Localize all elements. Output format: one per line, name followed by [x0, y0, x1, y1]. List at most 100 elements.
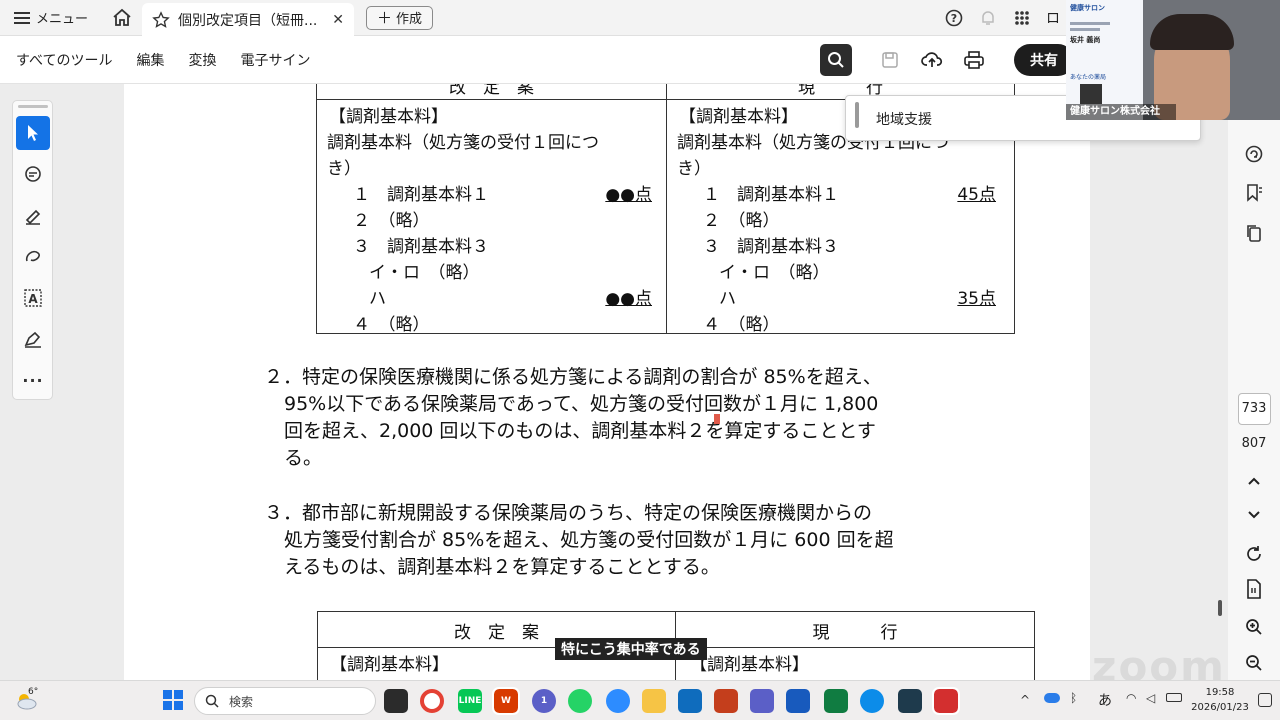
zoom-app-icon[interactable]	[606, 689, 630, 713]
weather-temp: 6°	[28, 687, 39, 697]
ime-indicator[interactable]: あ	[1098, 690, 1112, 710]
ai-assistant-button[interactable]	[1243, 143, 1265, 165]
webcam-name-tag: 健康サロン株式会社	[1066, 104, 1176, 120]
bell-icon[interactable]	[978, 8, 998, 28]
chrome-icon[interactable]	[420, 689, 444, 713]
table1-header-left: 改 定 案	[316, 84, 667, 100]
search-icon	[205, 694, 219, 708]
webcam-overlay: 健康サロン 坂井 義尚 あなたの薬局 健康サロン株式会社	[1066, 0, 1280, 120]
menu-edit[interactable]: 編集	[136, 50, 164, 70]
windows-taskbar: 6° 検索 LINE W 1 ^ ᛒ あ ◠ ◁ 19:58 2026/01/2…	[0, 680, 1280, 720]
menu-all-tools[interactable]: すべてのツール	[16, 50, 112, 70]
highlight-tool[interactable]	[16, 199, 50, 233]
current-page-number: 733	[1241, 401, 1267, 416]
live-caption: 特にこう集中率である	[555, 638, 707, 660]
onedrive-icon[interactable]	[1044, 693, 1060, 703]
basic-fee-heading: 【調剤基本料】	[679, 107, 798, 127]
powerpoint-icon[interactable]	[714, 689, 738, 713]
clock-date: 2026/01/23	[1191, 702, 1249, 713]
zoom-in-button[interactable]	[1243, 616, 1265, 638]
para3-line-3: えるものは、調剤基本料２を算定することとする。	[284, 556, 720, 578]
apps-grid-icon[interactable]	[1012, 8, 1032, 28]
star-icon[interactable]	[152, 10, 170, 29]
task-view-icon[interactable]	[384, 689, 408, 713]
share-button[interactable]: 共有	[1014, 44, 1074, 76]
chevron-down-icon	[1248, 511, 1260, 519]
wifi-icon[interactable]: ◠	[1126, 691, 1136, 705]
more-tools[interactable]: ···	[16, 363, 50, 397]
chevron-up-icon	[1248, 477, 1260, 485]
create-button[interactable]: ＋ 作成	[366, 5, 434, 30]
search-query-text[interactable]: 地域支援	[876, 109, 932, 129]
para2-line-4: る。	[284, 447, 323, 469]
help-icon[interactable]: ?	[944, 8, 964, 28]
bluetooth-icon[interactable]: ᛒ	[1070, 691, 1077, 705]
outlook-icon[interactable]	[678, 689, 702, 713]
line-app-icon[interactable]: LINE	[458, 689, 482, 713]
pointer-marker	[714, 414, 720, 424]
zoom-out-button[interactable]	[1243, 652, 1265, 674]
battery-icon[interactable]	[1166, 693, 1182, 702]
close-tab-icon[interactable]: ✕	[332, 12, 344, 28]
file-explorer-icon[interactable]	[642, 689, 666, 713]
rotate-button[interactable]	[1243, 543, 1265, 565]
para2-line-3: 回を超え、2,000 回以下のものは、調剤基本料２を算定することとす	[284, 420, 876, 442]
edge-icon[interactable]	[860, 689, 884, 713]
scrollbar-thumb[interactable]	[1218, 600, 1222, 616]
bookmarks-button[interactable]	[1243, 182, 1265, 204]
document-tab[interactable]: 個別改定項目（短冊... ✕	[142, 2, 355, 37]
whatsapp-icon[interactable]	[568, 689, 592, 713]
speaker-icon[interactable]: ◁	[1146, 691, 1155, 705]
comment-icon	[25, 166, 41, 182]
excel-icon[interactable]	[824, 689, 848, 713]
menu-convert[interactable]: 変換	[188, 50, 216, 70]
text-box-icon: A	[24, 289, 42, 307]
search-button[interactable]	[820, 44, 852, 76]
menu-label: メニュー	[36, 12, 89, 27]
draw-tool[interactable]	[16, 240, 50, 274]
freehand-icon	[25, 250, 40, 262]
para3-line-1: ３．都市部に新規開設する保険薬局のうち、特定の保険医療機関からの	[264, 502, 873, 524]
wps-icon[interactable]: W	[492, 687, 520, 715]
pen-sign-icon	[24, 331, 41, 348]
system-clock[interactable]: 19:58 2026/01/23	[1190, 685, 1250, 715]
upload-button[interactable]	[916, 44, 948, 76]
next-page-button[interactable]	[1243, 504, 1265, 526]
document-tab-title: 個別改定項目（短冊...	[178, 12, 318, 29]
para2-line-2: 95%以下である保険薬局であって、処方箋の受付回数が１月に 1,800	[284, 393, 879, 415]
menu-e-sign[interactable]: 電子サイン	[240, 50, 310, 70]
notification-center-icon[interactable]	[1258, 693, 1272, 707]
text-tool[interactable]: A	[16, 281, 50, 315]
panel-grip[interactable]	[18, 105, 48, 108]
ai-chat-icon	[1245, 145, 1263, 163]
item-3-sub-ab: イ・ロ （略）	[719, 263, 830, 283]
pdf-page: 改 定 案 現 行 【調剤基本料】 調剤基本料（処方箋の受付１回につ き） １ …	[124, 84, 1090, 680]
tray-chevron-icon[interactable]: ^	[1020, 693, 1030, 707]
item-4: ４ （略）	[703, 315, 780, 335]
prev-page-button[interactable]	[1243, 470, 1265, 492]
page-fit-button[interactable]	[1243, 578, 1265, 600]
word-icon[interactable]	[786, 689, 810, 713]
notification-app-icon[interactable]: 1	[532, 689, 556, 713]
quick-tools-panel: A ···	[12, 100, 53, 400]
comment-tool[interactable]	[16, 158, 50, 192]
search-icon	[828, 52, 844, 68]
copy-button[interactable]	[1243, 222, 1265, 244]
save-button[interactable]	[874, 44, 906, 76]
start-button[interactable]	[162, 689, 184, 711]
taskbar-search[interactable]: 検索	[194, 687, 376, 715]
bookmark-icon	[1247, 184, 1262, 202]
select-tool[interactable]	[16, 116, 50, 150]
print-button[interactable]	[958, 44, 990, 76]
login-button[interactable]: ロ	[1046, 8, 1060, 28]
terminal-icon[interactable]	[898, 689, 922, 713]
teams-icon[interactable]	[750, 689, 774, 713]
acrobat-icon[interactable]	[932, 687, 960, 715]
badge-pharmacy: あなたの薬局	[1070, 74, 1107, 81]
home-button[interactable]	[102, 0, 142, 36]
basic-fee-heading: 【調剤基本料】	[329, 107, 448, 127]
item-1-points: 45点	[957, 185, 996, 205]
sign-tool[interactable]	[16, 322, 50, 356]
menu-button[interactable]: メニュー	[0, 0, 102, 36]
basic-fee-desc-cont: き）	[677, 159, 711, 179]
